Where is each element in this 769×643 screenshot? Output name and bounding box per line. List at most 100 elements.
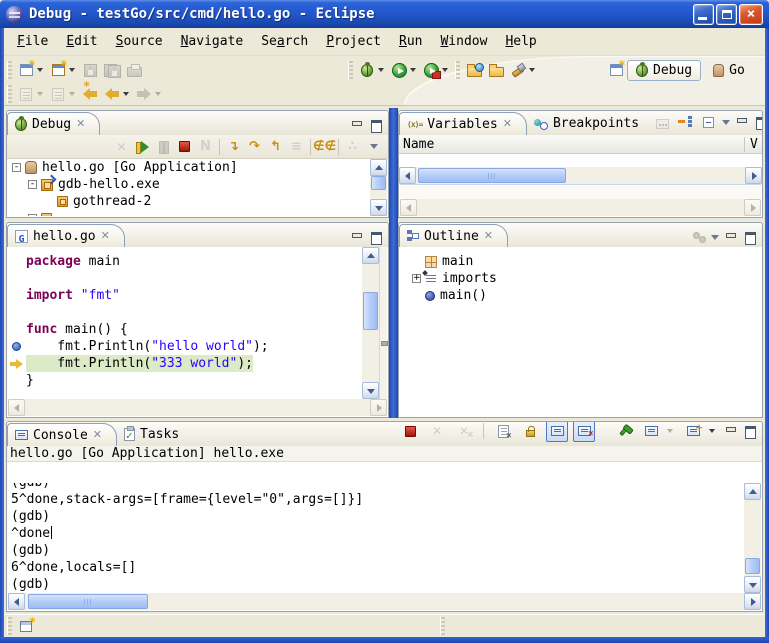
forward-button[interactable] <box>133 83 155 105</box>
maximize-view-icon[interactable] <box>754 116 763 128</box>
toolbar-grip[interactable] <box>348 61 353 79</box>
step-into-icon[interactable]: ↴ <box>223 137 244 157</box>
tree-item[interactable]: -hello.go [Go Application] <box>8 159 370 176</box>
title-bar[interactable]: Debug - testGo/src/cmd/hello.go - Eclips… <box>0 0 769 28</box>
gutter[interactable] <box>8 287 26 304</box>
remove-all-terminated-icon[interactable]: ✕ <box>111 137 132 157</box>
console-hscrollbar[interactable] <box>8 593 761 610</box>
maximize-view-icon[interactable] <box>369 119 383 131</box>
minimize-view-icon[interactable] <box>724 231 738 243</box>
step-over-icon[interactable]: ↷ <box>244 137 265 157</box>
outline-tree[interactable]: -main+imports-main() <box>400 247 761 416</box>
menu-item-source[interactable]: Source <box>107 31 172 52</box>
open-folder-button[interactable] <box>485 59 507 81</box>
gutter[interactable] <box>8 270 26 287</box>
minimize-button[interactable] <box>693 4 714 25</box>
use-step-filters-icon[interactable]: ∉∉ <box>314 137 335 157</box>
overview-ruler[interactable] <box>379 247 387 399</box>
open-console-icon[interactable] <box>682 421 704 442</box>
previous-annotation-dropdown-icon[interactable] <box>69 92 75 96</box>
new-project-dropdown-icon[interactable] <box>69 68 75 72</box>
vertical-sash[interactable] <box>389 108 398 418</box>
search-brush-button[interactable] <box>507 59 529 81</box>
show-type-names-icon[interactable] <box>653 113 671 131</box>
debug-view-menu-icon[interactable] <box>363 137 384 157</box>
minimize-view-icon[interactable] <box>350 231 364 243</box>
tree-item[interactable]: - <box>8 210 370 216</box>
menu-item-search[interactable]: Search <box>252 31 317 52</box>
toolbar-grip[interactable] <box>7 85 12 103</box>
maximize-view-icon[interactable] <box>743 425 757 437</box>
fast-view-button[interactable] <box>15 615 37 637</box>
search-dropdown-icon[interactable] <box>529 68 535 72</box>
menu-item-file[interactable]: File <box>8 31 57 52</box>
variables-detail-pane[interactable] <box>400 184 761 216</box>
close-tab-icon[interactable]: ✕ <box>484 231 493 241</box>
tab-outline[interactable]: Outline ✕ <box>399 224 508 247</box>
console-output[interactable]: (gdb)5^done,stack-args=[frame={level="0"… <box>8 483 744 593</box>
menu-item-run[interactable]: Run <box>390 31 431 52</box>
save-all-button[interactable] <box>101 59 123 81</box>
link-with-editor-icon[interactable] <box>693 232 706 243</box>
step-filters-icon[interactable]: ≡ <box>286 137 307 157</box>
tab-breakpoints[interactable]: Breakpoints <box>527 112 653 135</box>
close-tab-icon[interactable]: ✕ <box>503 119 512 129</box>
debug-dropdown-icon[interactable] <box>378 68 384 72</box>
collapse-all-icon[interactable] <box>699 113 717 131</box>
clear-console-icon[interactable] <box>492 421 514 442</box>
close-button[interactable]: × <box>739 4 763 25</box>
next-annotation-button[interactable] <box>15 83 37 105</box>
toolbar-grip[interactable] <box>7 61 12 79</box>
gutter[interactable] <box>8 304 26 321</box>
gutter[interactable] <box>8 372 26 389</box>
display-console-dropdown-icon[interactable] <box>667 429 673 433</box>
last-edit-location-button[interactable] <box>79 83 101 105</box>
perspective-debug-button[interactable]: Debug <box>627 60 701 81</box>
gutter[interactable] <box>8 321 26 338</box>
back-dropdown-icon[interactable] <box>123 92 129 96</box>
print-button[interactable] <box>123 59 145 81</box>
tab-hello-go[interactable]: hello.go ✕ <box>7 224 125 247</box>
debug-tree-scrollbar[interactable] <box>370 159 387 216</box>
close-tab-icon[interactable]: ✕ <box>93 430 102 440</box>
step-return-icon[interactable]: ↰ <box>265 137 286 157</box>
tree-item[interactable]: -main() <box>408 287 761 304</box>
instruction-pointer-gutter[interactable] <box>8 355 26 372</box>
remove-all-terminated-icon[interactable]: ✕ <box>453 421 475 442</box>
close-tab-icon[interactable]: ✕ <box>101 231 110 241</box>
collapse-stack-icon[interactable]: ∴ <box>342 137 363 157</box>
debug-tree[interactable]: -hello.go [Go Application]-gdb-hello.exe… <box>8 159 370 216</box>
breakpoint-icon[interactable] <box>12 342 21 351</box>
forward-dropdown-icon[interactable] <box>155 92 161 96</box>
tree-item[interactable]: -main <box>408 253 761 270</box>
maximize-button[interactable] <box>716 4 737 25</box>
editor-vscrollbar[interactable] <box>362 247 379 399</box>
tab-variables[interactable]: (x)= Variables ✕ <box>399 112 527 135</box>
save-button[interactable] <box>79 59 101 81</box>
expand-icon[interactable]: + <box>412 274 421 283</box>
perspective-go-button[interactable]: Go <box>705 61 753 80</box>
back-button[interactable] <box>101 83 123 105</box>
tab-tasks[interactable]: Tasks <box>117 423 193 446</box>
variables-view-menu-icon[interactable] <box>722 120 730 125</box>
menu-item-project[interactable]: Project <box>317 31 390 52</box>
display-selected-console-icon[interactable] <box>640 421 662 442</box>
tree-item[interactable]: -gothread-2 <box>8 193 370 210</box>
code-editor[interactable]: package mainimport "fmt"func main() { fm… <box>8 247 362 399</box>
variables-table-body[interactable] <box>399 154 762 167</box>
tab-debug[interactable]: Debug ✕ <box>7 112 100 135</box>
breakpoint-gutter[interactable] <box>8 338 26 355</box>
gutter[interactable] <box>8 253 26 270</box>
editor-hscrollbar[interactable] <box>8 399 387 416</box>
external-tools-button[interactable] <box>420 59 442 81</box>
menu-item-window[interactable]: Window <box>431 31 496 52</box>
resume-icon[interactable] <box>132 137 153 157</box>
toolbar-grip[interactable] <box>455 61 460 79</box>
minimize-view-icon[interactable] <box>735 116 749 128</box>
tab-console[interactable]: Console ✕ <box>7 423 117 446</box>
menu-item-edit[interactable]: Edit <box>57 31 106 52</box>
terminate-icon[interactable] <box>174 137 195 157</box>
collapse-icon[interactable]: - <box>28 214 37 216</box>
maximize-view-icon[interactable] <box>369 231 383 243</box>
pin-console-icon[interactable] <box>613 421 635 442</box>
